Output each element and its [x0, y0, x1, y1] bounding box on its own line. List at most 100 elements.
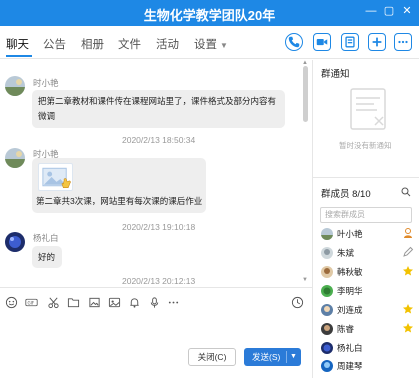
timestamp: 2020/2/13 18:50:34	[122, 135, 196, 145]
avatar[interactable]	[5, 76, 25, 96]
member-name: 陈睿	[337, 324, 355, 334]
emoji-icon	[5, 296, 18, 309]
avatar[interactable]	[5, 232, 25, 252]
avatar	[321, 285, 333, 297]
member-row[interactable]: 周建琴	[321, 359, 416, 373]
member-row[interactable]: 朱斌	[321, 246, 416, 260]
image-icon	[89, 297, 100, 308]
message-bubble: 把第二章教材和课件传在课程网站里了，课件格式及部分内容有 微调	[32, 90, 285, 128]
tab-activity[interactable]: 活动	[156, 36, 179, 52]
more-button[interactable]	[394, 33, 412, 51]
search-icon[interactable]	[401, 187, 411, 197]
video-call-button[interactable]	[313, 33, 331, 51]
notice-title: 群通知	[321, 69, 350, 80]
member-name: 叶小艳	[337, 229, 363, 239]
scissors-icon	[48, 297, 59, 309]
star-icon	[403, 323, 413, 333]
timestamp: 2020/2/13 19:10:18	[122, 222, 196, 232]
avatar	[321, 304, 333, 316]
avatar	[321, 228, 333, 240]
tab-album[interactable]: 相册	[81, 36, 104, 52]
image-attachment[interactable]	[38, 163, 73, 191]
member-row[interactable]: 韩秋敏	[321, 265, 416, 279]
message-text: 微调	[38, 111, 56, 121]
message-input[interactable]	[0, 315, 312, 345]
history-icon	[291, 296, 304, 309]
member-search-input[interactable]: 搜索群成员	[320, 207, 412, 223]
avatar	[321, 247, 333, 259]
member-row[interactable]: 叶小艳	[321, 227, 416, 241]
minimize-button[interactable]: —	[363, 3, 379, 19]
more-tools-button[interactable]	[167, 296, 180, 309]
star-icon	[403, 304, 413, 314]
phone-icon	[288, 36, 300, 48]
member-row[interactable]: 李明华	[321, 284, 416, 298]
emoji-button[interactable]	[5, 296, 18, 309]
member-row[interactable]: 刘连成	[321, 303, 416, 317]
member-row[interactable]: 陈睿	[321, 322, 416, 336]
empty-notice-icon	[350, 88, 386, 130]
chevron-down-icon: ▼	[220, 41, 228, 50]
bell-icon	[130, 298, 139, 308]
close-chat-button[interactable]: 关闭(C)	[188, 348, 236, 366]
chat-history[interactable]: ▲ ▼ 时小艳 把第二章教材和课件传在课程网站里了，课件格式及部分内容有 微调 …	[0, 60, 312, 286]
message-text: 把第二章教材和课件传在课程网站里了，课件格式及部分内容有	[38, 96, 277, 106]
sender-name: 时小艳	[33, 78, 59, 88]
scroll-down-arrow[interactable]: ▼	[302, 277, 308, 283]
member-name: 李明华	[337, 286, 363, 296]
send-divider	[286, 351, 287, 363]
avatar	[321, 266, 333, 278]
more-tools-icon	[168, 301, 179, 304]
title-bar: 生物化学教学团队20年 — ▢ ✕	[0, 0, 419, 26]
history-button[interactable]	[291, 296, 304, 309]
tab-announcement[interactable]: 公告	[43, 36, 66, 52]
screenshot-button[interactable]	[47, 296, 60, 309]
close-button[interactable]: ✕	[399, 3, 415, 19]
chevron-down-icon[interactable]: ▼	[290, 348, 297, 366]
member-name: 刘连成	[337, 305, 363, 315]
sender-name: 杨礼白	[33, 233, 59, 243]
tab-chat[interactable]: 聊天	[6, 36, 29, 52]
gif-icon: GIF	[25, 298, 38, 307]
tab-settings-label: 设置	[194, 39, 217, 51]
reminder-button[interactable]	[128, 296, 141, 309]
image-button[interactable]	[88, 296, 101, 309]
avatar	[321, 342, 333, 354]
member-name: 杨礼白	[337, 343, 363, 353]
picture-icon	[108, 297, 121, 308]
picture-button[interactable]	[108, 296, 121, 309]
avatar	[321, 323, 333, 335]
owner-icon	[404, 228, 412, 238]
member-name: 周建琴	[337, 361, 363, 371]
member-name: 韩秋敏	[337, 267, 363, 277]
avatar[interactable]	[5, 148, 25, 168]
message-text: 第二章共3次课，网站里有每次课的课后作业	[36, 196, 203, 206]
microphone-icon	[150, 297, 159, 308]
avatar	[321, 360, 333, 372]
screen-share-icon	[345, 36, 355, 48]
phone-button[interactable]	[285, 33, 303, 51]
voice-button[interactable]	[148, 296, 161, 309]
tab-settings[interactable]: 设置 ▼	[194, 36, 228, 52]
window-title: 生物化学教学团队20年	[143, 8, 276, 23]
more-icon	[398, 40, 408, 44]
svg-text:GIF: GIF	[27, 301, 34, 306]
empty-notice-text: 暂时没有新通知	[339, 141, 392, 150]
add-member-button[interactable]	[368, 33, 386, 51]
side-panel: 群通知 暂时没有新通知 群成员 8/10 搜索群成员 叶小艳 朱斌 韩秋敏 李明…	[312, 60, 419, 378]
member-row[interactable]: 杨礼白	[321, 341, 416, 355]
send-button[interactable]: 发送(S) ▼	[244, 348, 301, 366]
message-text: 好的	[38, 252, 56, 262]
star-icon	[403, 266, 413, 276]
message-bubble: 第二章共3次课，网站里有每次课的课后作业	[32, 158, 206, 213]
restore-button[interactable]: ▢	[381, 3, 397, 19]
timestamp: 2020/2/13 20:12:13	[122, 276, 196, 286]
send-label: 发送(S)	[252, 352, 281, 362]
gif-button[interactable]: GIF	[25, 296, 40, 309]
image-placeholder-icon	[42, 167, 71, 189]
file-button[interactable]	[67, 296, 80, 309]
tab-files[interactable]: 文件	[118, 36, 141, 52]
panel-divider	[313, 177, 419, 178]
screen-share-button[interactable]	[341, 33, 359, 51]
chat-scrollbar-thumb[interactable]	[303, 66, 308, 122]
